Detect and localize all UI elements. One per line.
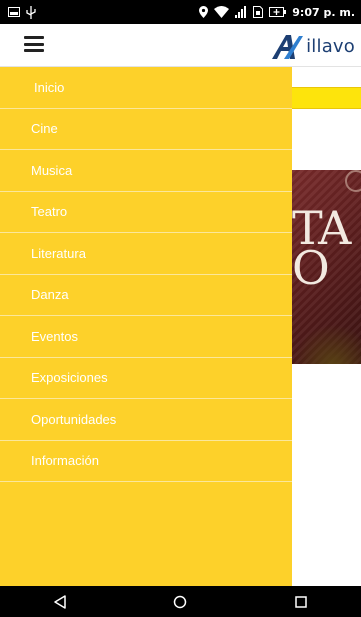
sim-icon (253, 5, 264, 19)
brand-text: illavo (306, 36, 355, 57)
hamburger-menu-icon[interactable] (24, 36, 44, 52)
home-circle-icon (174, 595, 187, 608)
menu-item-label: Cine (31, 121, 58, 137)
status-bar-left (8, 5, 36, 19)
banner-text: TA O (292, 201, 351, 295)
banner-shadow (292, 324, 361, 364)
featured-banner[interactable]: TA O (292, 170, 361, 364)
menu-item-teatro[interactable]: Teatro (0, 192, 292, 233)
app-screen: 9:07 p. m. illavo TA O Inicio Cine Music… (0, 0, 361, 617)
menu-item-label: Literatura (31, 245, 86, 261)
status-bar: 9:07 p. m. (0, 0, 361, 24)
recents-button[interactable] (281, 590, 321, 614)
menu-item-label: Oportunidades (31, 411, 117, 427)
battery-icon (269, 5, 287, 19)
menu-item-label: Inicio (34, 79, 65, 95)
menu-item-danza[interactable]: Danza (0, 275, 292, 316)
menu-item-musica[interactable]: Musica (0, 150, 292, 192)
location-icon (199, 5, 209, 19)
menu-item-oportunidades[interactable]: Oportunidades (0, 399, 292, 441)
logo-a-icon (272, 35, 304, 59)
banner-ring-icon (345, 170, 361, 192)
app-header: illavo (0, 24, 361, 67)
menu-item-inicio[interactable]: Inicio (0, 67, 292, 109)
back-button[interactable] (40, 590, 80, 614)
menu-item-label: Musica (31, 162, 73, 178)
home-button[interactable] (160, 590, 200, 614)
menu-item-label: Teatro (31, 204, 68, 220)
drawer-menu: Inicio Cine Musica Teatro Literatura Dan… (0, 67, 292, 482)
wifi-icon (214, 5, 230, 19)
menu-item-label: Exposiciones (31, 370, 108, 386)
status-bar-right: 9:07 p. m. (199, 5, 355, 19)
menu-item-exposiciones[interactable]: Exposiciones (0, 358, 292, 399)
menu-item-cine[interactable]: Cine (0, 109, 292, 150)
menu-item-informacion[interactable]: Información (0, 441, 292, 482)
status-time: 9:07 p. m. (292, 5, 355, 19)
menu-item-label: Información (31, 453, 99, 469)
usb-icon (26, 5, 36, 19)
content-yellow-strip (292, 87, 361, 109)
recents-square-icon (295, 595, 307, 608)
signal-icon (235, 5, 247, 19)
screenshot-icon (8, 5, 20, 19)
brand-logo: illavo (272, 30, 355, 60)
menu-item-label: Eventos (31, 328, 78, 344)
menu-item-label: Danza (31, 287, 69, 303)
menu-item-eventos[interactable]: Eventos (0, 316, 292, 358)
system-nav-bar (0, 586, 361, 617)
menu-item-literatura[interactable]: Literatura (0, 233, 292, 275)
back-triangle-icon (54, 594, 66, 609)
navigation-drawer: Inicio Cine Musica Teatro Literatura Dan… (0, 67, 292, 586)
